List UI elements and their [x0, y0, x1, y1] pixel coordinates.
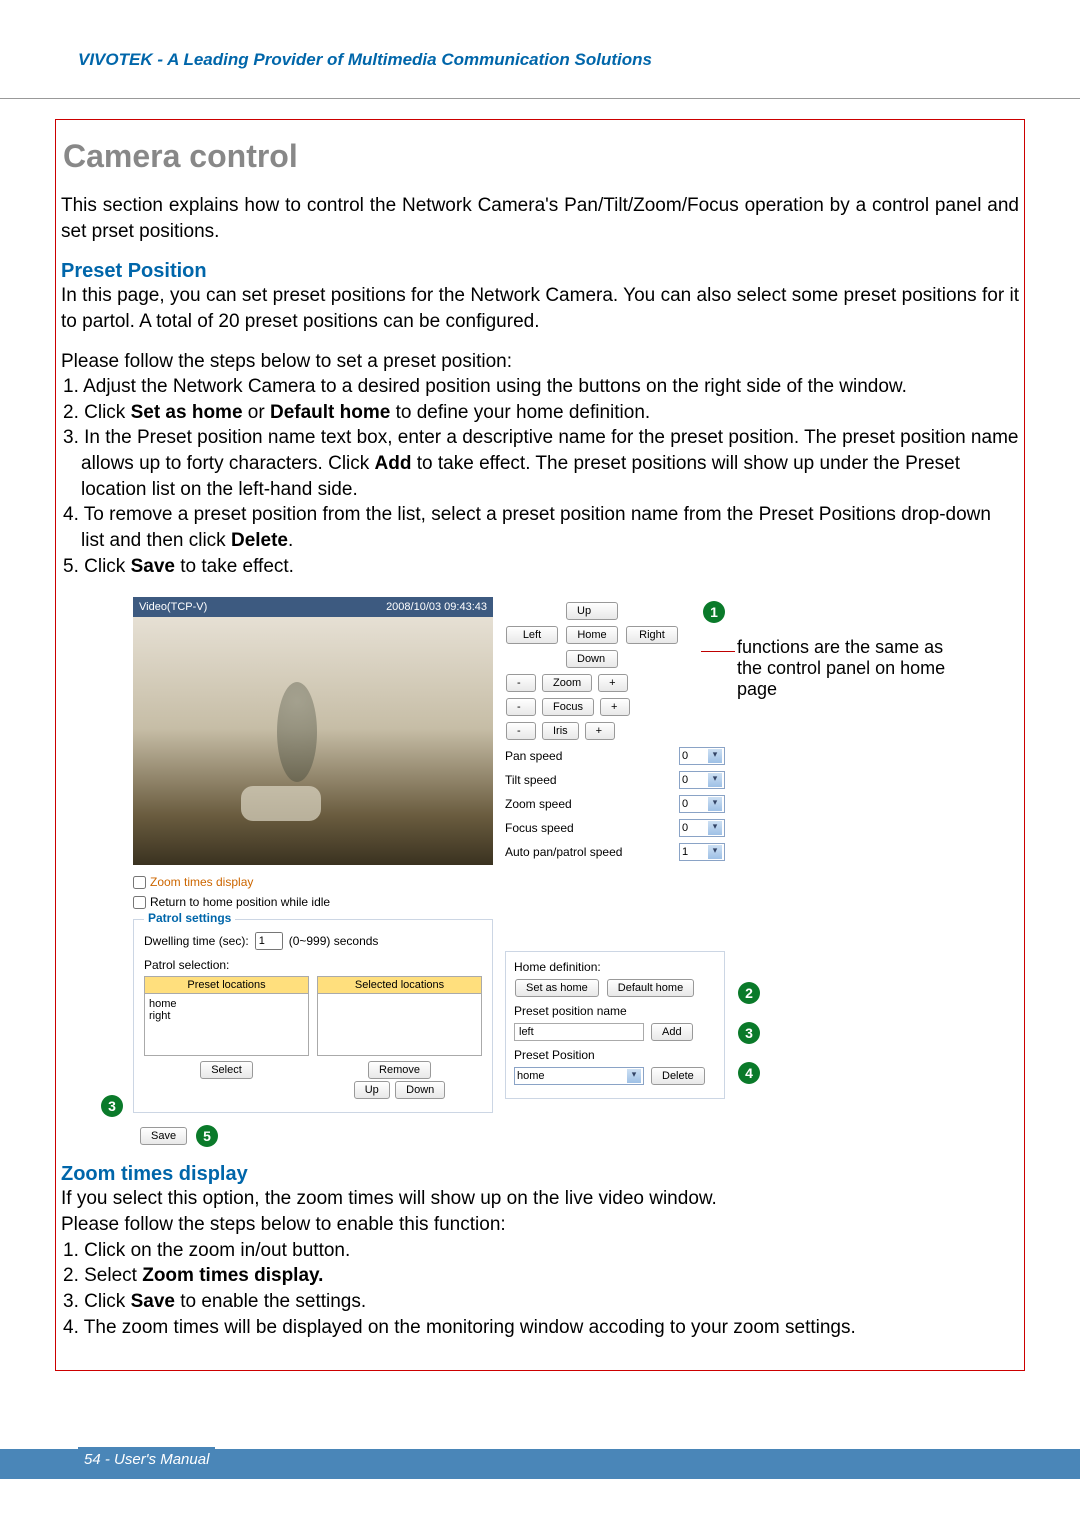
zoom-label: Zoom — [542, 674, 592, 692]
autopatrol-speed-label: Auto pan/patrol speed — [505, 845, 622, 859]
content-frame: Camera control This section explains how… — [55, 119, 1025, 1371]
zoom-times-desc-2: Please follow the steps below to enable … — [61, 1212, 1019, 1238]
step-1: 1. Adjust the Network Camera to a desire… — [63, 374, 1019, 400]
step-4: 4. To remove a preset position from the … — [63, 502, 1019, 553]
zoom-step-3: 3. Click Save to enable the settings. — [63, 1289, 1019, 1315]
preset-position-desc: In this page, you can set preset positio… — [61, 283, 1019, 334]
preset-position-select[interactable]: home▾ — [514, 1067, 644, 1085]
chevron-down-icon: ▾ — [708, 749, 722, 763]
return-home-input[interactable] — [133, 896, 146, 909]
pan-up-button[interactable]: Up — [566, 602, 618, 620]
select-button[interactable]: Select — [200, 1061, 253, 1079]
up-button[interactable]: Up — [354, 1081, 390, 1099]
focus-in-button[interactable]: + — [600, 698, 630, 716]
tilt-speed-label: Tilt speed — [505, 773, 557, 787]
step-5: 5. Click Save to take effect. — [63, 554, 1019, 580]
focus-speed-select[interactable]: 0▾ — [679, 819, 725, 837]
list-item[interactable]: home — [149, 998, 304, 1010]
pan-speed-label: Pan speed — [505, 749, 562, 763]
chevron-down-icon: ▾ — [627, 1069, 641, 1083]
tilt-speed-select[interactable]: 0▾ — [679, 771, 725, 789]
home-definition-group: Home definition: Set as home Default hom… — [505, 951, 725, 1099]
pan-down-button[interactable]: Down — [566, 650, 618, 668]
zoom-times-display-checkbox[interactable]: Zoom times display — [133, 875, 493, 889]
page-footer: 54 - User's Manual — [78, 1447, 215, 1472]
pan-left-button[interactable]: Left — [506, 626, 558, 644]
iris-close-button[interactable]: - — [506, 722, 536, 740]
zoom-out-button[interactable]: - — [506, 674, 536, 692]
video-source-label: Video(TCP-V) — [139, 601, 207, 613]
intro-paragraph: This section explains how to control the… — [61, 193, 1019, 244]
left-column: Video(TCP-V) 2008/10/03 09:43:43 Zoom ti… — [133, 597, 493, 1147]
home-definition-label: Home definition: — [514, 960, 716, 974]
chevron-down-icon: ▾ — [708, 797, 722, 811]
preset-position-name-input[interactable] — [514, 1023, 644, 1041]
preset-position-label: Preset Position — [514, 1048, 716, 1062]
selected-locations-header: Selected locations — [317, 976, 482, 994]
step-3: 3. In the Preset position name text box,… — [63, 425, 1019, 502]
dwelling-time-label: Dwelling time (sec): — [144, 934, 249, 948]
add-button[interactable]: Add — [651, 1023, 693, 1041]
page-title: Camera control — [63, 138, 1017, 175]
dwelling-time-hint: (0~999) seconds — [289, 934, 379, 948]
selected-locations-list[interactable] — [317, 994, 482, 1056]
zoom-times-heading: Zoom times display — [61, 1163, 1019, 1186]
preset-steps-block: Please follow the steps below to set a p… — [61, 349, 1019, 580]
chevron-down-icon: ▾ — [708, 773, 722, 787]
preset-position-heading: Preset Position — [61, 260, 1019, 283]
video-preview-image — [133, 617, 493, 865]
badge-4-icon: 4 — [738, 1062, 760, 1084]
autopatrol-speed-select[interactable]: 1▾ — [679, 843, 725, 861]
dwelling-time-input[interactable] — [255, 932, 283, 950]
badge-3-icon: 3 — [738, 1022, 760, 1044]
return-home-checkbox[interactable]: Return to home position while idle — [133, 895, 493, 909]
pan-right-button[interactable]: Right — [626, 626, 678, 644]
set-as-home-button[interactable]: Set as home — [515, 979, 599, 997]
chevron-down-icon: ▾ — [708, 845, 722, 859]
divider — [0, 98, 1080, 99]
annotation-connector-line — [701, 651, 735, 652]
video-title-bar: Video(TCP-V) 2008/10/03 09:43:43 — [133, 597, 493, 617]
zoom-speed-select[interactable]: 0▾ — [679, 795, 725, 813]
preset-locations-list[interactable]: home right — [144, 994, 309, 1056]
focus-speed-label: Focus speed — [505, 821, 574, 835]
badge-3-left-icon: 3 — [101, 1095, 123, 1117]
zoom-times-label: Zoom times display — [150, 875, 253, 889]
return-home-label: Return to home position while idle — [150, 895, 330, 909]
pan-speed-select[interactable]: 0▾ — [679, 747, 725, 765]
patrol-selection-label: Patrol selection: — [144, 958, 482, 972]
badge-2-icon: 2 — [738, 982, 760, 1004]
remove-button[interactable]: Remove — [368, 1061, 431, 1079]
save-button[interactable]: Save — [140, 1127, 187, 1145]
step-2: 2. Click Set as home or Default home to … — [63, 400, 1019, 426]
chevron-down-icon: ▾ — [708, 821, 722, 835]
video-timestamp: 2008/10/03 09:43:43 — [386, 601, 487, 613]
zoom-step-4: 4. The zoom times will be displayed on t… — [63, 1315, 1019, 1341]
default-home-button[interactable]: Default home — [607, 979, 694, 997]
delete-button[interactable]: Delete — [651, 1067, 705, 1085]
brand-header: VIVOTEK - A Leading Provider of Multimed… — [78, 50, 1002, 70]
zoom-speed-label: Zoom speed — [505, 797, 572, 811]
focus-out-button[interactable]: - — [506, 698, 536, 716]
home-button[interactable]: Home — [566, 626, 618, 644]
patrol-settings-legend: Patrol settings — [144, 911, 235, 925]
steps-intro: Please follow the steps below to set a p… — [61, 349, 1019, 375]
zoom-times-display-input[interactable] — [133, 876, 146, 889]
zoom-step-2: 2. Select Zoom times display. — [63, 1263, 1019, 1289]
down-button[interactable]: Down — [395, 1081, 445, 1099]
preset-locations-header: Preset locations — [144, 976, 309, 994]
badge-5-icon: 5 — [196, 1125, 218, 1147]
list-item[interactable]: right — [149, 1010, 304, 1022]
focus-label: Focus — [542, 698, 594, 716]
iris-label: Iris — [542, 722, 579, 740]
patrol-settings-group: Patrol settings Dwelling time (sec): (0~… — [133, 919, 493, 1113]
iris-open-button[interactable]: + — [585, 722, 615, 740]
control-panel: Up Left Home Right Down 1 - Zoom + — [505, 597, 725, 1099]
badge-1-icon: 1 — [703, 601, 725, 623]
zoom-times-desc-1: If you select this option, the zoom time… — [61, 1186, 1019, 1212]
annotation-text: functions are the same as the control pa… — [737, 637, 947, 700]
preset-position-name-label: Preset position name — [514, 1004, 716, 1018]
zoom-in-button[interactable]: + — [598, 674, 628, 692]
zoom-step-1: 1. Click on the zoom in/out button. — [63, 1238, 1019, 1264]
